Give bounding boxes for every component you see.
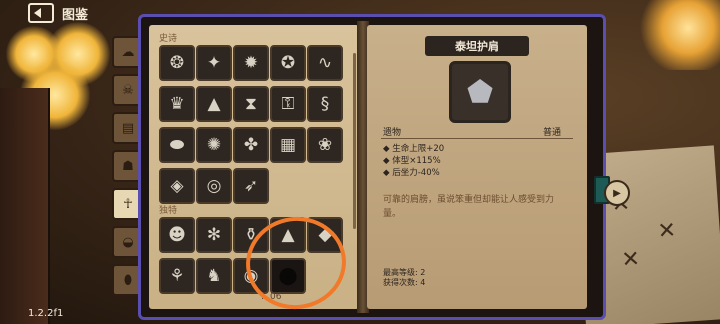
scrollbar[interactable]: [353, 53, 356, 229]
crown-orb-icon[interactable]: ♛: [159, 86, 195, 122]
mace-icon[interactable]: ✤: [233, 127, 269, 163]
item-description: 可靠的肩膀，虽说笨重但却能让人感受到力量。: [383, 195, 555, 219]
back-arrow-icon[interactable]: [28, 3, 54, 23]
compass-icon[interactable]: ✺: [196, 127, 232, 163]
blue-face-icon[interactable]: ☻: [159, 217, 195, 253]
codex-book: 史诗 ❂ ✦ ✹ ✪ ∿ ♛ ▲ ⧗ ⚿ § ⬬ ✺ ✤ ▦ ❀ ◈ ◎ ➶ 独特 ☻ ✻ ⚱ ▲ ◆ ⚘ ♞ ◉ ⬤ …06 泰…: [138, 14, 606, 320]
stat-line: ◆ 生命上限+20: [383, 144, 445, 154]
item-type: 遗物: [383, 128, 402, 138]
lamp-glow: [640, 0, 720, 70]
divider: [381, 138, 573, 139]
white-bird-icon[interactable]: ✦: [196, 45, 232, 81]
double-ring-icon[interactable]: ◎: [196, 168, 232, 204]
sprout-icon[interactable]: ⚘: [159, 258, 195, 294]
item-footer: 最高等级: 2 获得次数: 4: [383, 268, 425, 288]
category-tabs: ☁ ☠ ▤ ☗ ☥ ◒ ⬮: [112, 36, 144, 302]
hourglass-icon[interactable]: ⧗: [233, 86, 269, 122]
version-label: 1.2.2f1: [28, 308, 64, 319]
scroll-icon[interactable]: ▦: [270, 127, 306, 163]
titan-shoulder-icon: ⬟: [449, 61, 511, 123]
item-list-page: 史诗 ❂ ✦ ✹ ✪ ∿ ♛ ▲ ⧗ ⚿ § ⬬ ✺ ✤ ▦ ❀ ◈ ◎ ➶ 独特 ☻ ✻ ⚱ ▲ ◆ ⚘ ♞ ◉ ⬤ …06: [149, 25, 359, 316]
map-icon[interactable]: ◈: [159, 168, 195, 204]
tentacle-icon[interactable]: ∿: [307, 45, 343, 81]
top-bar: 图鉴: [28, 3, 88, 23]
green-saucer-icon[interactable]: ⬬: [159, 127, 195, 163]
section-label-unique: 独特: [159, 206, 178, 216]
dark-creature-icon[interactable]: ✹: [233, 45, 269, 81]
bow-icon[interactable]: ➶: [233, 168, 269, 204]
max-level: 最高等级: 2: [383, 268, 426, 277]
stat-line: ◆ 后坐力-40%: [383, 168, 440, 178]
key-icon[interactable]: ⚿: [270, 86, 306, 122]
purple-beast-icon[interactable]: ❂: [159, 45, 195, 81]
epic-item-grid: ❂ ✦ ✹ ✪ ∿ ♛ ▲ ⧗ ⚿ § ⬬ ✺ ✤ ▦ ❀ ◈ ◎ ➶: [159, 45, 343, 204]
item-rarity: 普通: [543, 128, 562, 138]
brain-icon[interactable]: ❀: [307, 127, 343, 163]
shelf-book: [0, 88, 50, 324]
item-title: 泰坦护肩: [425, 36, 529, 56]
play-icon[interactable]: ▶: [604, 180, 630, 206]
section-label-epic: 史诗: [159, 34, 178, 44]
candy-corn-icon[interactable]: ▲: [196, 86, 232, 122]
plague-mask-icon[interactable]: ♞: [196, 258, 232, 294]
red-serpent-icon[interactable]: §: [307, 86, 343, 122]
horn-icon[interactable]: ✪: [270, 45, 306, 81]
obtained-count: 获得次数: 4: [383, 278, 426, 287]
dark-cloak-icon[interactable]: ✻: [196, 217, 232, 253]
stat-line: ◆ 体型×115%: [383, 156, 441, 166]
item-stats: ◆ 生命上限+20 ◆ 体型×115% ◆ 后坐力-40%: [383, 143, 444, 179]
item-detail-page: 泰坦护肩 ⬟ 遗物 普通 ◆ 生命上限+20 ◆ 体型×115% ◆ 后坐力-40%…: [367, 25, 587, 309]
page-title: 图鉴: [62, 7, 89, 23]
